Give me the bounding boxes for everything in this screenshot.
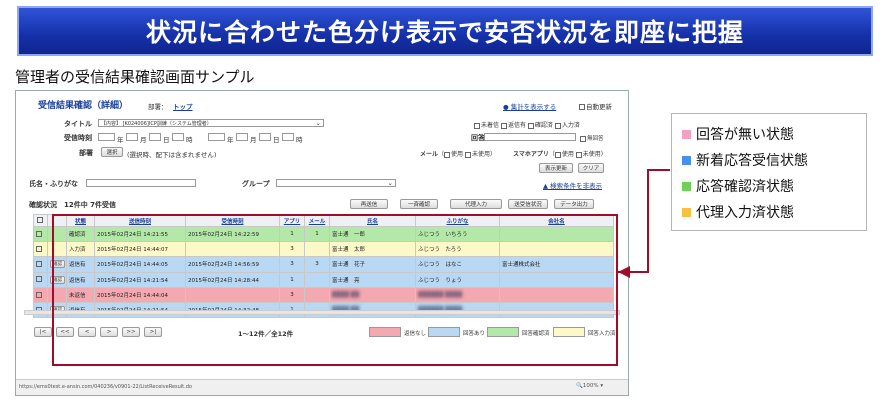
pager-button[interactable]: |< (34, 327, 52, 337)
send-status-button[interactable]: 送受信状況 (508, 199, 548, 209)
banner: 状況に合わせた色分け表示で安否状況を即座に把握 (17, 6, 873, 56)
month-to-input[interactable] (236, 133, 248, 141)
search-toggle-link[interactable]: ▲ 検索条件を非表示 (543, 180, 602, 190)
group-select[interactable]: ⌄ (276, 179, 396, 187)
chevron-down-icon: ⌄ (387, 179, 393, 187)
day-to-input[interactable] (259, 133, 271, 141)
dept-label: 部署： (148, 103, 168, 111)
summary-link[interactable]: ● 集計を表示する (503, 101, 556, 111)
month-from-input[interactable] (126, 133, 138, 141)
dept-link[interactable]: トップ (173, 101, 193, 111)
title-label: タイトル (64, 120, 92, 128)
show-refresh-button[interactable]: 表示更新 (539, 163, 573, 173)
zoom-level[interactable]: 🔍100% ▾ (576, 383, 603, 389)
legend-item: 新着応答受信状態 (682, 150, 808, 170)
proxy-input-button[interactable]: 代理入力 (450, 199, 502, 209)
legend-label: 新着応答受信状態 (696, 153, 808, 169)
banner-title: 状況に合わせた色分け表示で安否状況を即座に把握 (145, 18, 744, 47)
day-from-input[interactable] (149, 133, 161, 141)
row-checkbox[interactable] (33, 286, 48, 303)
recv-time-label: 受信時刻 (64, 134, 92, 142)
filter-row: 未着信 返信有 確認済 入力済 (474, 120, 580, 129)
name-label: 氏名・ふりがな (29, 180, 78, 188)
row-checkbox[interactable] (33, 225, 48, 243)
title-select[interactable]: 【内容】 [K024006]ICP訓練（システム管理者） ⌄ (98, 119, 324, 127)
legend-item: 回答が無い状態 (682, 124, 794, 144)
legend-label: 代理入力済状態 (696, 205, 794, 221)
hour-from-input[interactable] (172, 133, 184, 141)
page-title: 受信結果確認（詳細） (38, 101, 129, 111)
row-checkbox[interactable] (33, 241, 48, 258)
data-export-button[interactable]: データ出力 (554, 199, 594, 209)
group-label: グループ (242, 180, 270, 188)
subtitle: 管理者の受信結果確認画面サンプル (15, 68, 255, 86)
dept2-label: 部署 (79, 149, 93, 157)
dept2-note: (選択時、配下は含まれません) (127, 151, 217, 159)
legend-label: 回答が無い状態 (696, 127, 794, 143)
row-checkbox[interactable] (33, 271, 48, 288)
legend-item: 応答確認済状態 (682, 176, 794, 196)
select-button[interactable]: 選択 (101, 147, 123, 157)
column-header (33, 214, 48, 227)
year-to-input[interactable] (208, 133, 225, 141)
mail-usage: メール（ 使用 未使用） (420, 151, 496, 158)
auto-refresh[interactable]: 自動更新 (579, 101, 612, 111)
hour-to-input[interactable] (282, 133, 294, 141)
name-input[interactable] (86, 179, 196, 187)
bulk-confirm-button[interactable]: 一斉確認 (400, 199, 438, 209)
legend-color-square (682, 181, 691, 191)
answer-input[interactable] (484, 133, 576, 141)
year-from-input[interactable] (98, 133, 115, 141)
status-count: 12件中 7件受信 (64, 201, 117, 209)
connector-line (618, 169, 670, 273)
resend-button[interactable]: 再送信 (350, 199, 388, 209)
chevron-down-icon: ⌄ (315, 119, 321, 127)
answer-label: 回答 (471, 134, 485, 142)
status-title: 確認状況 (29, 201, 57, 209)
app-usage: スマホアプリ（ 使用 未使用） (513, 151, 607, 158)
checkbox[interactable] (579, 104, 585, 110)
legend-label: 応答確認済状態 (696, 179, 794, 195)
status-legend: 回答が無い状態 新着応答受信状態 応答確認済状態 代理入力済状態 (671, 113, 867, 231)
legend-color-square (682, 155, 691, 165)
arrow-head-icon (618, 266, 630, 278)
legend-color-square (682, 129, 691, 139)
highlight-frame (52, 214, 618, 366)
clear-button[interactable]: クリア (578, 163, 604, 173)
no-answer-check[interactable]: 無回答 (580, 134, 604, 142)
status-url: https://ems0test.e-ansin.com/040236/v090… (19, 384, 192, 390)
row-checkbox[interactable] (33, 256, 48, 273)
legend-item: 代理入力済状態 (682, 202, 794, 222)
legend-color-square (682, 207, 691, 217)
